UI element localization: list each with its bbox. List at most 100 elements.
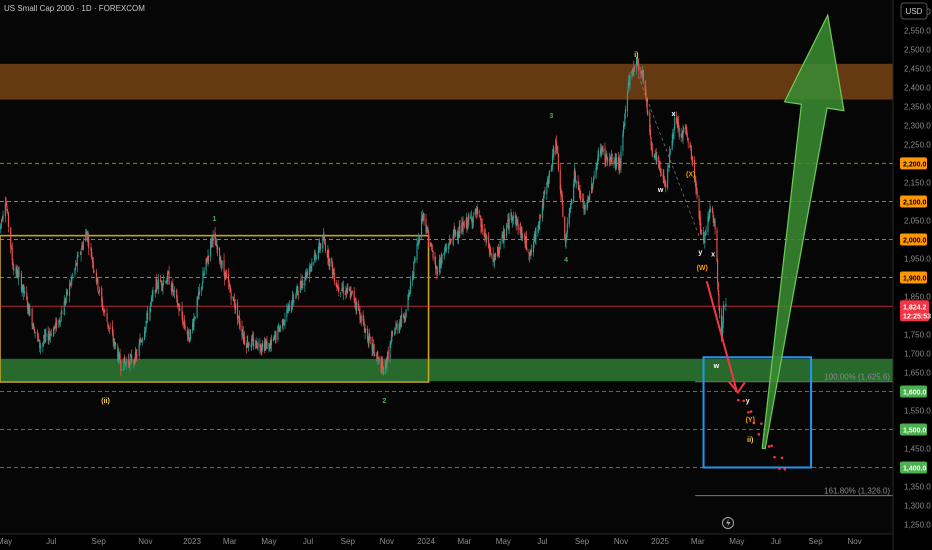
candle-body bbox=[539, 214, 541, 217]
candle-body bbox=[450, 239, 452, 241]
candle-body bbox=[5, 204, 7, 206]
candle-body bbox=[566, 223, 568, 233]
wave-label: 3 bbox=[549, 113, 553, 120]
candle-body bbox=[108, 325, 110, 329]
candle-body bbox=[428, 231, 430, 243]
candle-body bbox=[77, 254, 79, 257]
x-tick-label: May bbox=[0, 537, 12, 546]
candle-body bbox=[119, 354, 121, 364]
x-tick-label: May bbox=[729, 537, 744, 546]
candle-body bbox=[633, 66, 635, 70]
candle-body bbox=[59, 319, 61, 321]
candle-body bbox=[665, 183, 667, 188]
candle-body bbox=[589, 193, 591, 201]
candle-body bbox=[141, 338, 143, 343]
candle-body bbox=[114, 342, 117, 347]
candle-body bbox=[535, 230, 537, 240]
candle-body bbox=[257, 342, 259, 348]
candle-body bbox=[120, 365, 122, 371]
candle-body bbox=[696, 190, 698, 198]
x-tick-label: Mar bbox=[223, 537, 237, 546]
x-tick-label: Sep bbox=[575, 537, 590, 546]
candle-body bbox=[324, 243, 326, 251]
candle-body bbox=[419, 236, 421, 241]
wave-label: (Y) bbox=[746, 417, 755, 424]
candle-body bbox=[436, 271, 439, 275]
candle-body bbox=[521, 235, 524, 238]
candle-body bbox=[69, 284, 71, 286]
chart-title: US Small Cap 2000 · 1D · FOREXCOM bbox=[4, 4, 145, 13]
candle-body bbox=[236, 302, 239, 320]
wave-label: (X) bbox=[686, 172, 695, 179]
candle-body bbox=[124, 358, 126, 363]
x-tick-label: Nov bbox=[380, 537, 394, 546]
wave-label: 2 bbox=[382, 398, 386, 405]
candle-body bbox=[656, 157, 658, 162]
candle-body bbox=[374, 353, 376, 356]
candle-body bbox=[517, 223, 519, 231]
x-tick-label: Sep bbox=[341, 537, 356, 546]
candle-body bbox=[360, 315, 362, 322]
y-tick-label: 2,500.0 bbox=[904, 45, 931, 54]
current-price-label: 1,824.2 bbox=[903, 304, 926, 311]
chart[interactable]: 100.00% (1,625.6) 161.80% (1,326.0) i) x w (X… bbox=[0, 0, 932, 550]
y-tick-label: 1,250.0 bbox=[904, 520, 931, 529]
candle-body bbox=[526, 248, 528, 251]
price-tag-label: 2,000.0 bbox=[903, 237, 926, 244]
candle-body bbox=[104, 310, 106, 312]
candle-body bbox=[486, 236, 488, 240]
candle-body bbox=[448, 246, 450, 248]
x-tick-label: Sep bbox=[92, 537, 107, 546]
x-tick-label: 2023 bbox=[183, 537, 201, 546]
candle-body bbox=[188, 329, 190, 342]
candle-body bbox=[410, 281, 412, 289]
projection-dot bbox=[757, 433, 761, 436]
price-tag-label: 1,900.0 bbox=[903, 275, 926, 282]
candle-body bbox=[678, 127, 680, 137]
projection-dot bbox=[747, 410, 750, 414]
candle-body bbox=[459, 225, 461, 234]
price-tag-label: 2,200.0 bbox=[903, 161, 926, 168]
candle-body bbox=[184, 325, 186, 330]
candle-body bbox=[293, 300, 295, 302]
candle-body bbox=[69, 283, 71, 296]
x-tick-label: Jul bbox=[303, 537, 313, 546]
candle-body bbox=[172, 283, 174, 292]
candle-body bbox=[333, 272, 335, 282]
currency-button[interactable]: USD bbox=[900, 2, 928, 20]
x-tick-label: 2025 bbox=[651, 537, 669, 546]
candle-body bbox=[90, 247, 92, 251]
candle-body bbox=[553, 149, 555, 155]
candle-body bbox=[414, 258, 416, 262]
candle-body bbox=[270, 339, 273, 345]
candle-body bbox=[725, 303, 727, 307]
candle-body bbox=[320, 246, 322, 248]
candle-body bbox=[557, 146, 559, 154]
candle-body bbox=[212, 234, 214, 242]
candle-body bbox=[508, 216, 510, 231]
y-tick-label: 1,950.0 bbox=[904, 254, 931, 263]
candle-body bbox=[548, 171, 550, 178]
candle-body bbox=[248, 342, 250, 346]
candle-body bbox=[356, 302, 358, 310]
candle-body bbox=[233, 299, 235, 307]
candle-body bbox=[71, 277, 73, 281]
candle-body bbox=[150, 302, 152, 307]
candle-body bbox=[580, 194, 582, 200]
x-tick-label: Nov bbox=[138, 537, 152, 546]
candle-body bbox=[160, 280, 162, 286]
candle-body bbox=[61, 312, 63, 314]
candle-body bbox=[544, 191, 546, 193]
candle-body bbox=[183, 320, 185, 326]
candle-body bbox=[201, 282, 203, 289]
price-tag-label: 2,100.0 bbox=[903, 199, 926, 206]
candle-body bbox=[135, 352, 137, 355]
candle-body bbox=[156, 278, 158, 288]
candle-body bbox=[416, 244, 418, 261]
candle-body bbox=[315, 257, 317, 259]
candle-body bbox=[144, 327, 146, 333]
candle-body bbox=[598, 153, 600, 157]
candle-body bbox=[297, 293, 299, 295]
candle-body bbox=[396, 324, 398, 330]
candle-body bbox=[718, 294, 720, 306]
